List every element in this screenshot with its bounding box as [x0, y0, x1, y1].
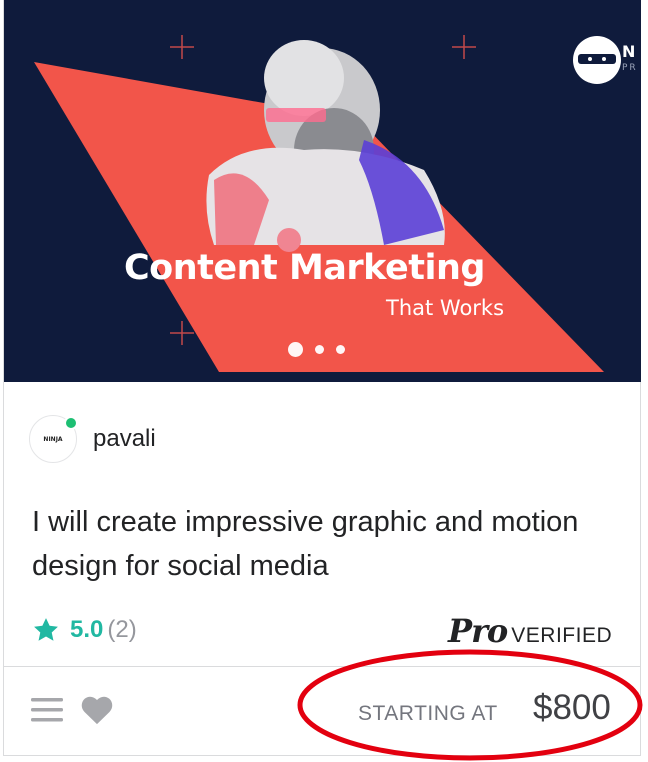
carousel-dot-2[interactable]: [315, 344, 324, 354]
plus-icon: [170, 321, 194, 345]
seller-info[interactable]: NINJA pavali: [29, 415, 156, 463]
footer-divider: [4, 666, 641, 667]
avatar[interactable]: NINJA: [29, 415, 78, 463]
gig-image[interactable]: Content Marketing That Works N PR: [4, 0, 641, 382]
rating-count: (2): [107, 616, 137, 643]
brand-logo-icon: [573, 36, 621, 84]
seller-name[interactable]: pavali: [93, 425, 156, 453]
rating: 5.0 (2): [32, 614, 137, 646]
price[interactable]: $800: [533, 688, 611, 728]
starting-at-label: STARTING AT: [358, 702, 498, 725]
pro-verified-badge: Pro VERIFIED: [448, 612, 612, 650]
avatar-logo: NINJA: [43, 435, 63, 443]
hero-artwork: [34, 35, 621, 372]
carousel-dot-3[interactable]: [336, 344, 345, 354]
plus-icon: [170, 35, 194, 59]
menu-icon[interactable]: [31, 697, 63, 723]
plus-icon: [452, 35, 476, 59]
carousel-dots[interactable]: [288, 341, 345, 357]
carousel-dot-1[interactable]: [288, 341, 303, 357]
verified-label: VERIFIED: [511, 624, 613, 647]
brand-small: PR: [622, 63, 638, 73]
pro-label: Pro: [448, 612, 508, 650]
hero-subheadline: That Works: [386, 296, 505, 320]
gig-title[interactable]: I will create impressive graphic and mot…: [32, 500, 622, 588]
rating-value: 5.0: [70, 616, 104, 643]
star-icon: [34, 618, 58, 641]
gig-card[interactable]: Content Marketing That Works N PR NINJA …: [3, 0, 641, 756]
brand-mark: N: [622, 42, 636, 61]
heart-icon[interactable]: [80, 694, 114, 726]
brand-name: N PR: [622, 44, 638, 76]
hero-headline: Content Marketing: [124, 248, 485, 288]
online-status-indicator: [64, 416, 78, 430]
